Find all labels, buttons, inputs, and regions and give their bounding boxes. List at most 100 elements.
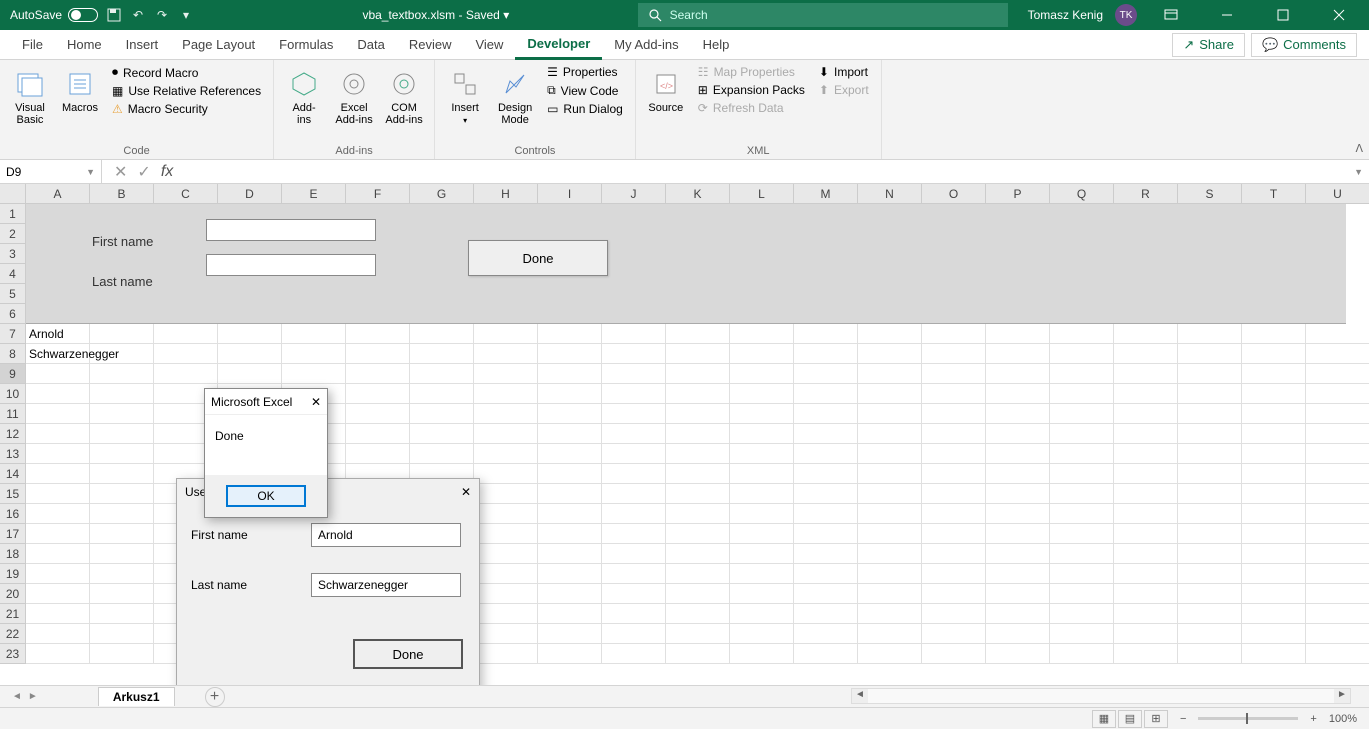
cell-Q22[interactable] — [1050, 624, 1114, 644]
cell-H22[interactable] — [474, 624, 538, 644]
undo-icon[interactable]: ↶ — [130, 7, 146, 23]
cell-O7[interactable] — [922, 324, 986, 344]
uf-first-name-input[interactable] — [311, 523, 461, 547]
cell-J19[interactable] — [602, 564, 666, 584]
cell-K20[interactable] — [666, 584, 730, 604]
cell-R21[interactable] — [1114, 604, 1178, 624]
user-avatar[interactable]: TK — [1115, 4, 1137, 26]
cell-S17[interactable] — [1178, 524, 1242, 544]
cell-L7[interactable] — [730, 324, 794, 344]
col-header-B[interactable]: B — [90, 184, 154, 204]
cell-R23[interactable] — [1114, 644, 1178, 664]
cell-A14[interactable] — [26, 464, 90, 484]
cell-H20[interactable] — [474, 584, 538, 604]
cell-U14[interactable] — [1306, 464, 1369, 484]
cell-N12[interactable] — [858, 424, 922, 444]
col-header-T[interactable]: T — [1242, 184, 1306, 204]
cell-N15[interactable] — [858, 484, 922, 504]
cell-M22[interactable] — [794, 624, 858, 644]
cell-A15[interactable] — [26, 484, 90, 504]
cell-K11[interactable] — [666, 404, 730, 424]
cell-L19[interactable] — [730, 564, 794, 584]
cell-M10[interactable] — [794, 384, 858, 404]
tab-help[interactable]: Help — [691, 30, 742, 60]
cell-S11[interactable] — [1178, 404, 1242, 424]
cell-J15[interactable] — [602, 484, 666, 504]
col-header-G[interactable]: G — [410, 184, 474, 204]
cell-J8[interactable] — [602, 344, 666, 364]
cell-K23[interactable] — [666, 644, 730, 664]
cell-M15[interactable] — [794, 484, 858, 504]
cell-N9[interactable] — [858, 364, 922, 384]
cell-Q17[interactable] — [1050, 524, 1114, 544]
tab-home[interactable]: Home — [55, 30, 114, 60]
cell-I7[interactable] — [538, 324, 602, 344]
formula-input[interactable] — [185, 160, 1348, 183]
user-name[interactable]: Tomasz Kenig — [1028, 8, 1103, 22]
cell-K8[interactable] — [666, 344, 730, 364]
cell-G7[interactable] — [410, 324, 474, 344]
cell-P23[interactable] — [986, 644, 1050, 664]
cell-P9[interactable] — [986, 364, 1050, 384]
tab-file[interactable]: File — [10, 30, 55, 60]
col-header-Q[interactable]: Q — [1050, 184, 1114, 204]
col-header-L[interactable]: L — [730, 184, 794, 204]
maximize-icon[interactable] — [1261, 0, 1305, 30]
row-header-13[interactable]: 13 — [0, 444, 26, 464]
select-all-corner[interactable] — [0, 184, 26, 204]
cell-M20[interactable] — [794, 584, 858, 604]
cell-B19[interactable] — [90, 564, 154, 584]
view-code-button[interactable]: ⧉View Code — [543, 82, 627, 99]
cell-M7[interactable] — [794, 324, 858, 344]
cell-U21[interactable] — [1306, 604, 1369, 624]
cell-I20[interactable] — [538, 584, 602, 604]
cell-A17[interactable] — [26, 524, 90, 544]
cell-O18[interactable] — [922, 544, 986, 564]
expansion-packs-button[interactable]: ⊞Expansion Packs — [694, 82, 809, 98]
tab-formulas[interactable]: Formulas — [267, 30, 345, 60]
cell-H7[interactable] — [474, 324, 538, 344]
cell-P16[interactable] — [986, 504, 1050, 524]
cell-T13[interactable] — [1242, 444, 1306, 464]
col-header-F[interactable]: F — [346, 184, 410, 204]
run-dialog-button[interactable]: ▭Run Dialog — [543, 101, 627, 117]
cell-T17[interactable] — [1242, 524, 1306, 544]
cell-S8[interactable] — [1178, 344, 1242, 364]
cell-J9[interactable] — [602, 364, 666, 384]
cell-J12[interactable] — [602, 424, 666, 444]
cell-T20[interactable] — [1242, 584, 1306, 604]
row-header-14[interactable]: 14 — [0, 464, 26, 484]
cell-M16[interactable] — [794, 504, 858, 524]
row-header-1[interactable]: 1 — [0, 204, 26, 224]
cell-F11[interactable] — [346, 404, 410, 424]
search-box[interactable]: Search — [638, 3, 1008, 27]
cell-A23[interactable] — [26, 644, 90, 664]
cell-I12[interactable] — [538, 424, 602, 444]
cell-Q15[interactable] — [1050, 484, 1114, 504]
cell-U19[interactable] — [1306, 564, 1369, 584]
fx-icon[interactable]: fx — [161, 163, 173, 181]
cell-R19[interactable] — [1114, 564, 1178, 584]
cell-E9[interactable] — [282, 364, 346, 384]
cell-L16[interactable] — [730, 504, 794, 524]
cell-R22[interactable] — [1114, 624, 1178, 644]
cell-P7[interactable] — [986, 324, 1050, 344]
cell-I18[interactable] — [538, 544, 602, 564]
cell-S14[interactable] — [1178, 464, 1242, 484]
cell-Q9[interactable] — [1050, 364, 1114, 384]
cell-R7[interactable] — [1114, 324, 1178, 344]
cell-T12[interactable] — [1242, 424, 1306, 444]
qat-customize-icon[interactable]: ▾ — [178, 7, 194, 23]
cell-B9[interactable] — [90, 364, 154, 384]
cell-R14[interactable] — [1114, 464, 1178, 484]
cell-L20[interactable] — [730, 584, 794, 604]
cell-M12[interactable] — [794, 424, 858, 444]
cell-C7[interactable] — [154, 324, 218, 344]
cell-N22[interactable] — [858, 624, 922, 644]
cell-M21[interactable] — [794, 604, 858, 624]
col-header-I[interactable]: I — [538, 184, 602, 204]
cell-M19[interactable] — [794, 564, 858, 584]
comments-button[interactable]: 💬Comments — [1251, 33, 1357, 57]
cell-R10[interactable] — [1114, 384, 1178, 404]
cell-I8[interactable] — [538, 344, 602, 364]
